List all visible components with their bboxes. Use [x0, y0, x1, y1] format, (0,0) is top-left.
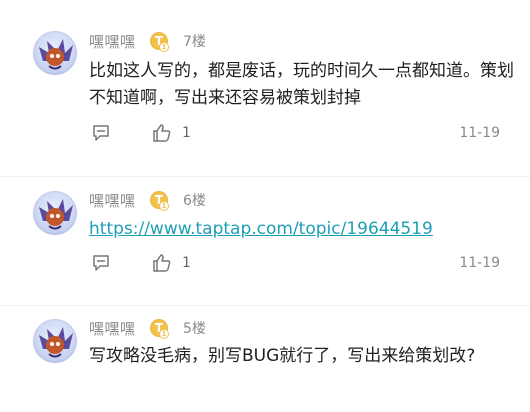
thumbs-up-icon — [153, 254, 171, 272]
username[interactable]: 嘿嘿嘿 — [89, 31, 136, 52]
divider — [0, 305, 530, 306]
floor-number: 7楼 — [183, 34, 206, 50]
username[interactable]: 嘿嘿嘿 — [89, 190, 136, 211]
like-count: 1 — [182, 125, 191, 141]
reply-date: 11-19 — [459, 255, 500, 271]
user-avatar[interactable] — [33, 191, 77, 235]
reply-actions: 1 11-19 — [89, 253, 504, 277]
comment-icon — [93, 125, 109, 141]
reply-content: 写攻略没毛病，别写BUG就行了，写出来给策划改? — [89, 346, 476, 366]
reply-content: 比如这人写的，都是废话，玩的时间久一点都知道。策划不知道啊，写出来还容易被策划封… — [89, 61, 514, 108]
like-button[interactable]: 1 — [152, 253, 191, 273]
topic-link[interactable]: https://www.taptap.com/topic/19644519 — [89, 219, 433, 239]
divider — [0, 176, 530, 177]
like-count: 1 — [182, 255, 191, 271]
avatar-image — [39, 327, 73, 358]
avatar-image — [39, 199, 73, 230]
reply-date: 11-19 — [459, 125, 500, 141]
thumbs-up-icon — [153, 124, 171, 142]
user-avatar[interactable] — [33, 31, 77, 75]
avatar-image — [39, 39, 73, 70]
reply-content: https://www.taptap.com/topic/19644519 — [89, 216, 514, 243]
level-badge-number: 1 — [159, 42, 169, 52]
level-badge-icon: T 1 — [150, 319, 169, 339]
floor-number: 5楼 — [183, 321, 206, 337]
reply-actions: 1 11-19 — [89, 123, 504, 147]
comment-button[interactable] — [91, 253, 111, 273]
level-badge-icon: T 1 — [150, 191, 169, 211]
username[interactable]: 嘿嘿嘿 — [89, 318, 136, 339]
like-button[interactable]: 1 — [152, 123, 191, 143]
user-avatar[interactable] — [33, 319, 77, 363]
comment-button[interactable] — [91, 123, 111, 143]
level-badge-icon: T 1 — [150, 32, 169, 52]
level-badge-number: 1 — [159, 201, 169, 211]
level-badge-number: 1 — [159, 329, 169, 339]
comment-icon — [93, 255, 109, 271]
floor-number: 6楼 — [183, 193, 206, 209]
